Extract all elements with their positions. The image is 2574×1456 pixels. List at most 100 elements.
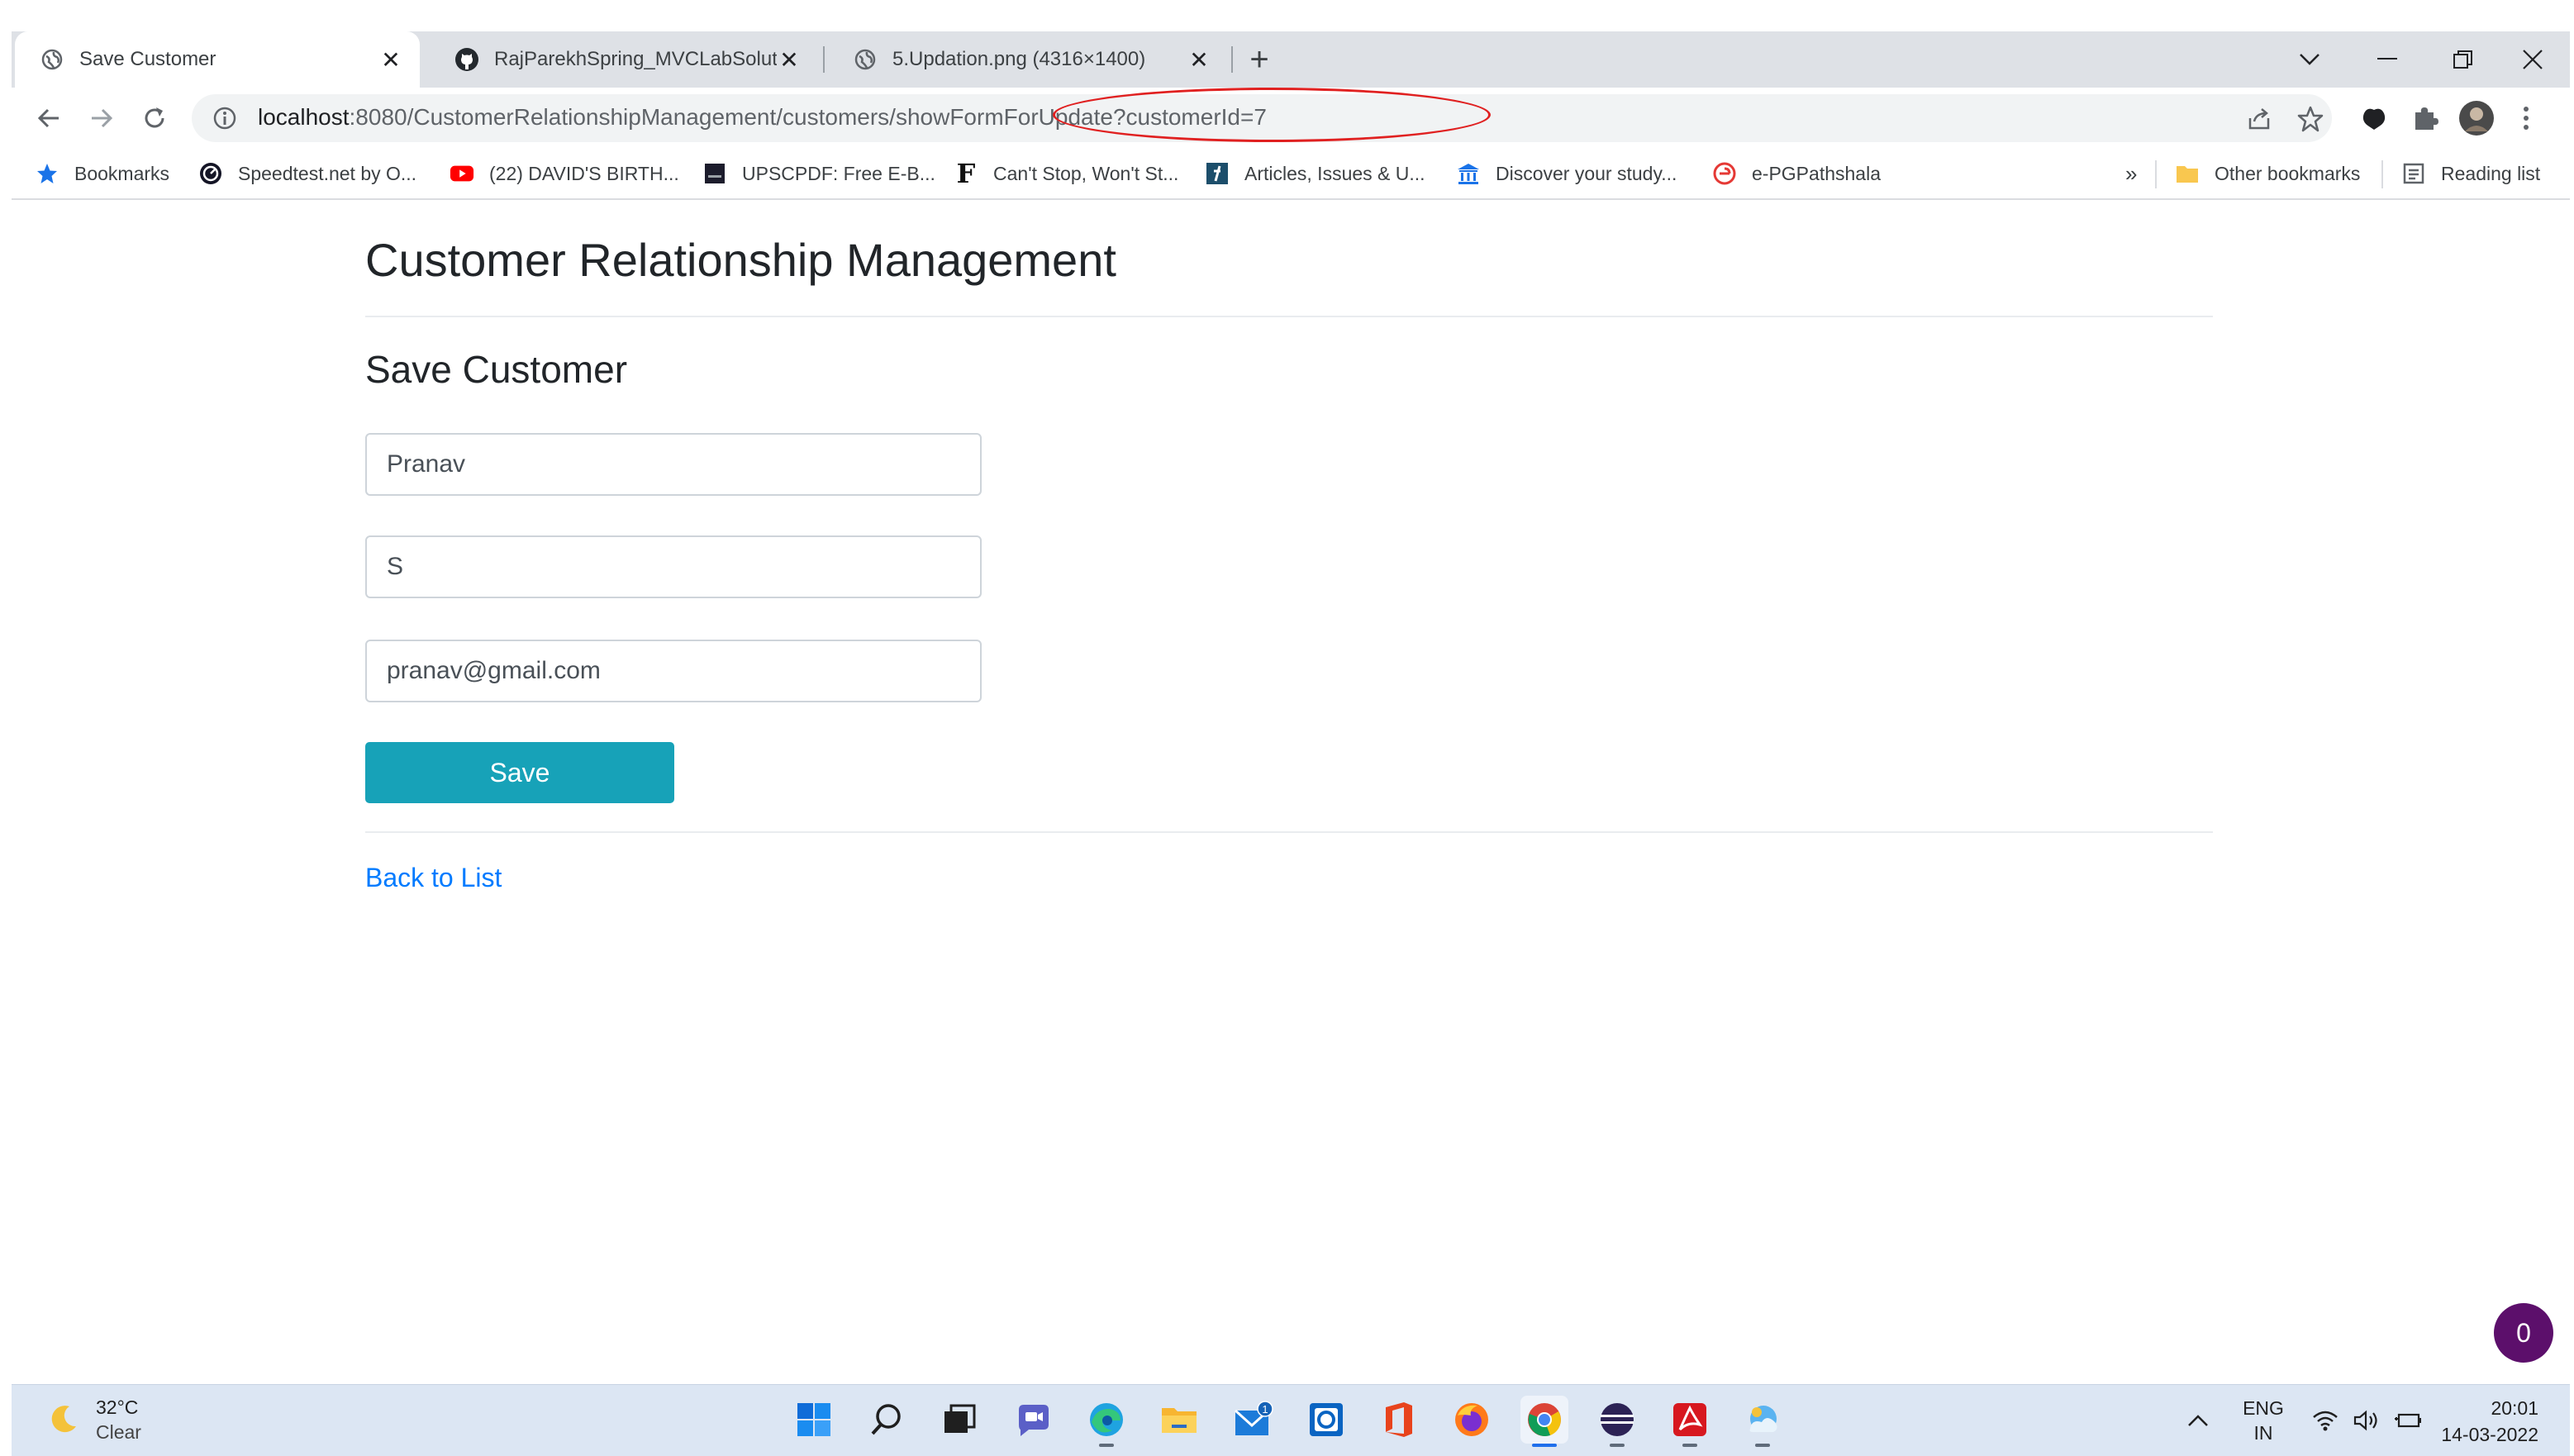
save-button[interactable]: Save xyxy=(365,742,674,803)
youtube-icon xyxy=(450,161,474,186)
reload-icon[interactable] xyxy=(136,99,174,137)
bookmark-label: Articles, Issues & U... xyxy=(1244,162,1425,184)
tab-github[interactable]: RajParekhSpring_MVCLabSolutio ✕ xyxy=(430,31,818,88)
tab-save-customer[interactable]: Save Customer ✕ xyxy=(15,31,420,88)
page-content: Customer Relationship Management Save Cu… xyxy=(12,200,2570,1416)
bookmark-label: UPSCPDF: Free E-B... xyxy=(742,162,935,184)
info-icon[interactable] xyxy=(212,105,238,131)
minimize-icon[interactable] xyxy=(2350,31,2424,88)
divider xyxy=(365,831,2213,833)
weather-widget[interactable]: 32°C Clear xyxy=(45,1395,141,1444)
mail-button[interactable]: 1 xyxy=(1230,1396,1277,1444)
other-bookmarks-label: Other bookmarks xyxy=(2215,162,2361,184)
eclipse-icon xyxy=(1601,1403,1634,1436)
weather-desc: Clear xyxy=(96,1421,141,1443)
volume-icon[interactable] xyxy=(2350,1385,2383,1456)
other-bookmarks[interactable]: Other bookmarks xyxy=(2175,149,2360,198)
tray-overflow-icon[interactable] xyxy=(2181,1385,2215,1456)
extension-icon[interactable] xyxy=(2355,99,2393,137)
tab-title: 5.Updation.png (4316×1400) xyxy=(892,48,1146,70)
edge-button[interactable] xyxy=(1082,1396,1130,1447)
first-name-input[interactable] xyxy=(365,433,982,496)
restore-icon[interactable] xyxy=(2426,31,2500,88)
bookmark-item[interactable]: Discover your study... xyxy=(1456,149,1677,198)
tab-updation-png[interactable]: 5.Updation.png (4316×1400) ✕ xyxy=(828,31,1228,88)
back-to-list-link[interactable]: Back to List xyxy=(365,863,502,893)
edge-icon xyxy=(1090,1403,1123,1436)
bookmark-star-icon[interactable] xyxy=(2294,102,2327,136)
office-button[interactable] xyxy=(1375,1396,1423,1444)
running-indicator xyxy=(1610,1444,1625,1447)
battery-icon[interactable] xyxy=(2391,1385,2424,1456)
back-arrow-icon[interactable] xyxy=(30,99,68,137)
search-button[interactable] xyxy=(863,1396,911,1444)
mail-badge-count: 1 xyxy=(1262,1403,1268,1416)
outlook-button[interactable] xyxy=(1302,1396,1350,1444)
bookmark-label: (22) DAVID'S BIRTH... xyxy=(489,162,679,184)
outlook-icon xyxy=(1310,1403,1343,1436)
bookmark-item[interactable]: e-PGPathshala xyxy=(1712,149,1881,198)
running-indicator xyxy=(1755,1444,1770,1447)
chat-icon xyxy=(1019,1405,1049,1436)
browser-toolbar: localhost:8080/CustomerRelationshipManag… xyxy=(12,88,2570,149)
chrome-button[interactable] xyxy=(1520,1396,1568,1447)
weather-app-button[interactable] xyxy=(1739,1396,1787,1447)
address-bar[interactable]: localhost:8080/CustomerRelationshipManag… xyxy=(192,88,2332,142)
firefox-button[interactable] xyxy=(1448,1396,1496,1444)
divider xyxy=(365,316,2213,317)
start-button[interactable] xyxy=(790,1396,838,1444)
firefox-icon xyxy=(1455,1403,1488,1436)
clock-date: 14-03-2022 xyxy=(2441,1424,2538,1445)
avatar[interactable] xyxy=(2457,99,2495,137)
bookmark-label: Can't Stop, Won't St... xyxy=(993,162,1179,184)
tab-separator xyxy=(1231,46,1233,73)
bookmark-item[interactable]: Speedtest.net by O... xyxy=(198,149,416,198)
new-tab-button[interactable]: + xyxy=(1241,41,1277,78)
share-icon[interactable] xyxy=(2243,102,2276,136)
weather-temp: 32°C xyxy=(96,1397,139,1418)
close-icon[interactable]: ✕ xyxy=(1187,47,1211,73)
bookmark-label: Discover your study... xyxy=(1496,162,1677,184)
email-input[interactable] xyxy=(365,640,982,702)
task-view-button[interactable] xyxy=(935,1396,983,1444)
bookmark-item[interactable]: Articles, Issues & U... xyxy=(1205,149,1425,198)
bookmarks-overflow-button[interactable]: » xyxy=(2125,149,2137,198)
system-clock[interactable]: 20:01 14-03-2022 xyxy=(2441,1395,2538,1448)
eclipse-button[interactable] xyxy=(1593,1396,1641,1447)
bookmark-item[interactable]: UPSCPDF: Free E-B... xyxy=(702,149,935,198)
bookmark-label: Speedtest.net by O... xyxy=(238,162,417,184)
acrobat-button[interactable] xyxy=(1666,1396,1714,1447)
github-icon xyxy=(454,47,479,72)
tab-strip: Save Customer ✕ RajParekhSpring_MVCLabSo… xyxy=(12,31,2570,88)
bookmarks-bar: Bookmarks Speedtest.net by O... (22) DAV… xyxy=(12,149,2570,200)
search-icon xyxy=(871,1404,901,1435)
puzzle-icon[interactable] xyxy=(2406,99,2444,137)
tab-title: Save Customer xyxy=(79,48,216,70)
institution-icon xyxy=(1456,161,1481,186)
bookmark-item[interactable]: (22) DAVID'S BIRTH... xyxy=(450,149,679,198)
bookmark-label: e-PGPathshala xyxy=(1752,162,1881,184)
last-name-input[interactable] xyxy=(365,535,982,598)
tab-search-chevron-icon[interactable] xyxy=(2272,31,2347,88)
acrobat-icon xyxy=(1673,1403,1706,1436)
forward-arrow-icon[interactable] xyxy=(83,99,121,137)
bookmark-item[interactable]: Bookmarks xyxy=(35,149,169,198)
window-close-icon[interactable] xyxy=(2495,31,2570,88)
epg-icon xyxy=(1712,161,1737,186)
bookmark-item[interactable]: F Can't Stop, Won't St... xyxy=(954,149,1179,198)
speedtest-icon xyxy=(198,161,223,186)
close-icon[interactable]: ✕ xyxy=(777,47,802,73)
floating-count-badge[interactable]: 0 xyxy=(2494,1303,2553,1363)
red-annotation-ellipse xyxy=(1053,88,1491,142)
reading-list[interactable]: Reading list xyxy=(2401,149,2540,198)
close-icon[interactable]: ✕ xyxy=(378,47,403,73)
wifi-icon[interactable] xyxy=(2309,1385,2342,1456)
clock-time: 20:01 xyxy=(2491,1397,2538,1419)
form-heading: Save Customer xyxy=(365,348,628,391)
language-indicator[interactable]: ENG IN xyxy=(2234,1385,2292,1456)
menu-dots-icon[interactable] xyxy=(2507,99,2545,137)
teams-chat-button[interactable] xyxy=(1010,1396,1058,1444)
globe-icon xyxy=(40,47,64,72)
language-region: IN xyxy=(2253,1422,2273,1444)
file-explorer-button[interactable] xyxy=(1155,1396,1203,1444)
